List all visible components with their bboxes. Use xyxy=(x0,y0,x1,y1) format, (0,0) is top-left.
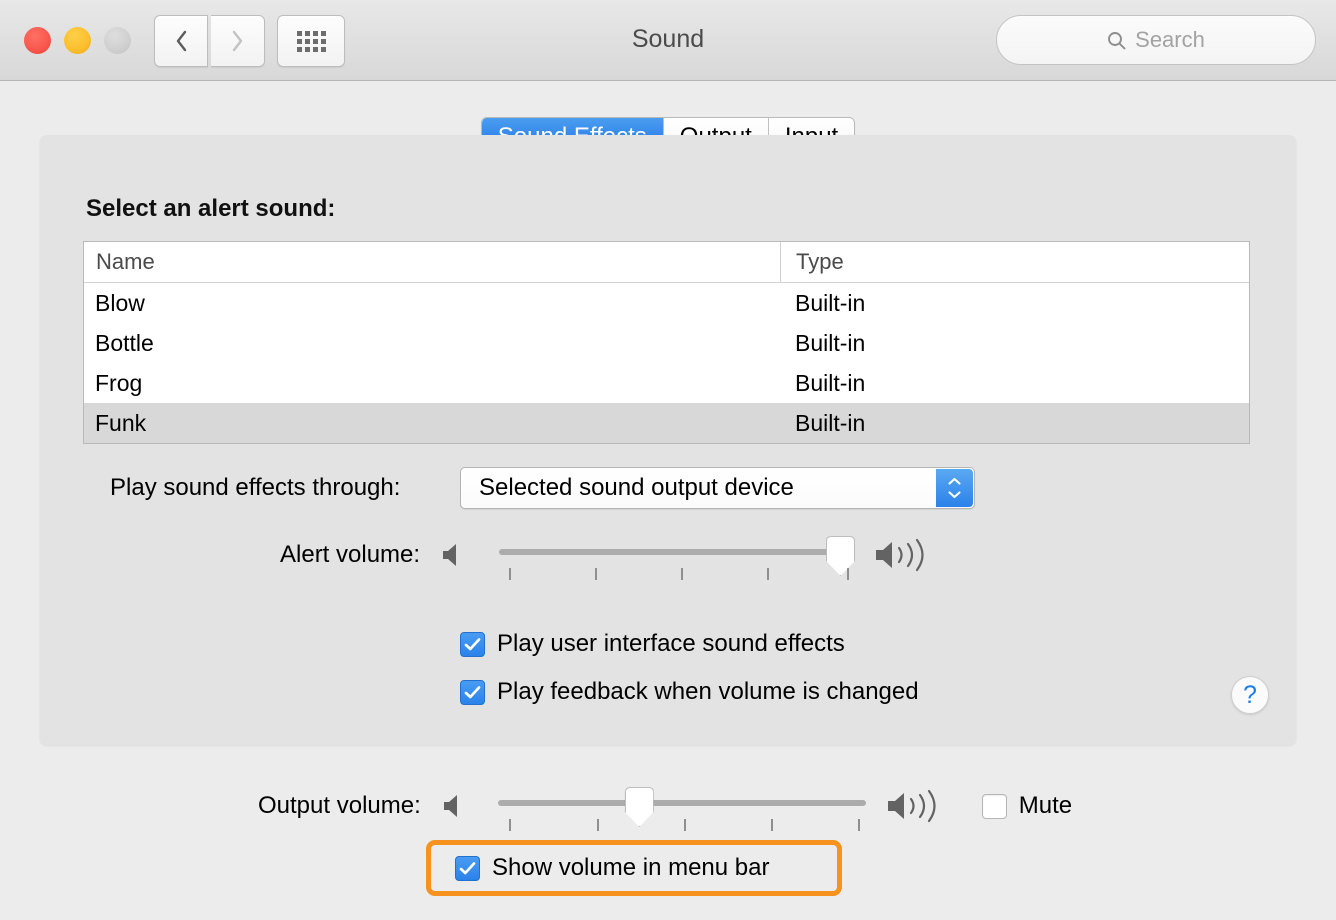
help-button[interactable]: ? xyxy=(1231,676,1269,714)
slider-ticks xyxy=(499,568,854,580)
checkbox-ui-sound-effects[interactable]: Play user interface sound effects xyxy=(460,630,845,658)
speaker-loud-icon xyxy=(876,538,924,572)
sound-effects-panel: Select an alert sound: Name Type Blow Bu… xyxy=(40,135,1296,745)
cell-type: Built-in xyxy=(795,329,866,356)
show-volume-highlight-box: Show volume in menu bar xyxy=(426,840,842,896)
checkbox-mute[interactable]: Mute xyxy=(981,792,1073,820)
output-volume-slider[interactable] xyxy=(497,787,866,831)
table-row-selected[interactable]: Funk Built-in xyxy=(84,403,1249,443)
play-through-row: Play sound effects through: Selected sou… xyxy=(40,467,1296,509)
table-row[interactable]: Bottle Built-in xyxy=(84,323,1249,363)
play-through-label: Play sound effects through: xyxy=(110,474,401,501)
checkbox-label: Play user interface sound effects xyxy=(497,630,845,657)
checkbox-unchecked-icon[interactable] xyxy=(981,793,1007,819)
checkbox-volume-feedback[interactable]: Play feedback when volume is changed xyxy=(460,678,919,706)
cell-name: Funk xyxy=(95,409,147,436)
column-header-name[interactable]: Name xyxy=(84,242,780,282)
select-alert-sound-label: Select an alert sound: xyxy=(86,195,336,222)
title-bar: Sound Search xyxy=(0,0,1336,81)
cell-name: Bottle xyxy=(95,329,154,356)
cell-type: Built-in xyxy=(795,409,866,436)
alert-sound-table[interactable]: Name Type Blow Built-in Bottle Built-in … xyxy=(83,241,1250,444)
table-row[interactable]: Frog Built-in xyxy=(84,363,1249,403)
speaker-mute-icon xyxy=(443,795,457,817)
search-icon xyxy=(1108,31,1126,49)
chevron-up-down-icon[interactable] xyxy=(936,469,973,507)
checkbox-label: Show volume in menu bar xyxy=(492,854,770,881)
speaker-loud-icon xyxy=(887,789,936,823)
checkbox-checked-icon[interactable] xyxy=(460,679,485,705)
cell-name: Frog xyxy=(95,369,143,396)
cell-type: Built-in xyxy=(795,369,866,396)
alert-volume-label: Alert volume: xyxy=(280,541,421,568)
checkbox-checked-icon[interactable] xyxy=(455,855,480,881)
checkbox-label: Play feedback when volume is changed xyxy=(497,678,919,705)
checkbox-label: Mute xyxy=(1018,792,1073,819)
slider-ticks xyxy=(498,819,866,831)
checkbox-show-volume-in-menu-bar[interactable]: Show volume in menu bar xyxy=(455,854,769,882)
search-input[interactable]: Search xyxy=(996,15,1316,65)
alert-volume-slider[interactable] xyxy=(499,536,856,580)
cell-name: Blow xyxy=(95,289,145,316)
slider-track xyxy=(499,549,855,555)
table-header: Name Type xyxy=(84,242,1249,283)
speaker-mute-icon xyxy=(443,544,457,566)
checkbox-checked-icon[interactable] xyxy=(460,631,485,657)
play-through-select[interactable]: Selected sound output device xyxy=(460,467,975,509)
sound-preferences-window: Sound Search Sound Effects Output Input … xyxy=(0,0,1336,920)
column-header-type[interactable]: Type xyxy=(780,242,1249,282)
cell-type: Built-in xyxy=(795,289,866,316)
table-row[interactable]: Blow Built-in xyxy=(84,283,1249,323)
search-placeholder: Search xyxy=(1135,27,1205,52)
output-volume-row: Output volume: Mute xyxy=(258,786,1073,831)
output-volume-label: Output volume: xyxy=(258,792,421,819)
slider-track xyxy=(497,800,866,806)
play-through-value: Selected sound output device xyxy=(479,474,794,501)
alert-volume-row: Alert volume: xyxy=(280,535,940,580)
